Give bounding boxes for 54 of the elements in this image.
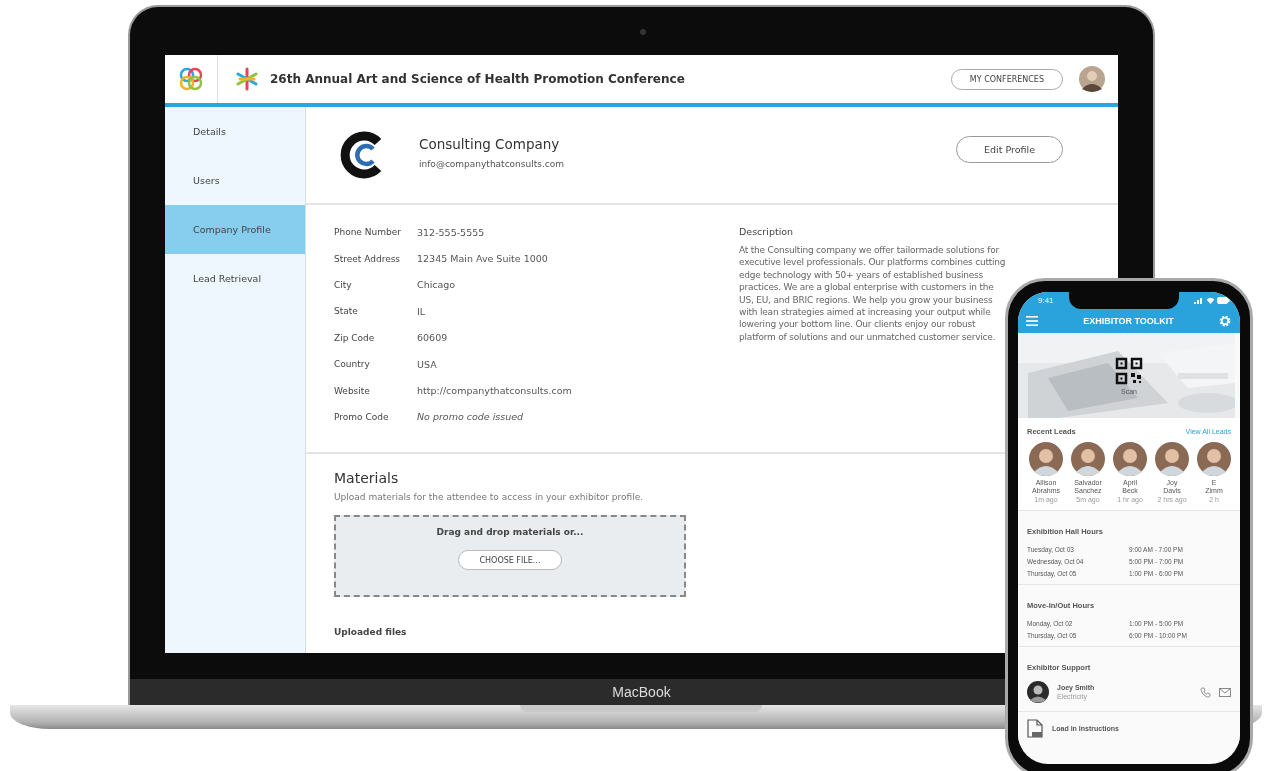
detail-label: State: [334, 306, 359, 317]
app-title: EXHIBITOR TOOLKIT: [1083, 316, 1174, 326]
lead-avatar[interactable]: [1155, 442, 1189, 476]
description-heading: Description: [739, 226, 795, 237]
edit-profile-button[interactable]: Edit Profile: [956, 135, 1063, 163]
detail-value: Chicago: [417, 279, 456, 291]
detail-label: Street Address: [334, 253, 402, 264]
uploaded-files-heading: Uploaded files: [334, 627, 407, 637]
sidebar-item[interactable]: Details: [165, 107, 305, 156]
detail-value: 12345 Main Ave Suite 1000: [417, 253, 548, 265]
phone-icon[interactable]: [1200, 686, 1211, 698]
lead-avatar[interactable]: [1071, 442, 1105, 476]
detail-label: City: [334, 279, 353, 290]
detail-value: USA: [417, 358, 437, 370]
sidebar-item[interactable]: Company Profile: [165, 205, 305, 254]
company-email: info@companythatconsults.com: [419, 158, 565, 169]
detail-value: http://companythatconsults.com: [417, 385, 572, 397]
detail-value: 312-555-5555: [417, 226, 485, 238]
detail-label: Phone Number: [334, 227, 402, 238]
mail-icon[interactable]: [1219, 687, 1231, 697]
company-name: Consulting Company: [419, 135, 561, 152]
description-text: At the Consulting company we offer tailormade solutions for executive level professionals. Our platforms combines cutting edge technology with 50+ years of established business practices. We are a global enterprise with customers in the US, EU, and BRIC regions. We help you grow your business with lean strategies aimed at increasing your output while lowering your bottom line. Our clients enjoy our robust platform of solutions and our unmatched customer service.: [739, 244, 1007, 344]
sidebar-item[interactable]: Lead Retrieval: [165, 254, 305, 303]
materials-hint: Upload materials for the attendee to access in your exhibitor profile.: [334, 492, 644, 502]
sidebar-item[interactable]: Users: [165, 156, 305, 205]
battery-icon: [1217, 297, 1230, 304]
contact-avatar: [1027, 681, 1049, 703]
user-avatar[interactable]: [1079, 66, 1105, 92]
detail-label: Country: [334, 359, 371, 370]
materials-heading: Materials: [334, 470, 399, 486]
detail-value: 60609: [417, 332, 448, 344]
settings-icon[interactable]: [1219, 315, 1231, 327]
app-logo-icon: [177, 65, 205, 93]
menu-icon[interactable]: [1026, 316, 1038, 326]
detail-value: IL: [417, 305, 426, 317]
lead-avatar[interactable]: [1029, 442, 1063, 476]
detail-label: Website: [334, 385, 371, 396]
drop-zone-text: Drag and drop materials or...: [436, 527, 584, 537]
lead-avatar[interactable]: [1197, 442, 1231, 476]
detail-label: Zip Code: [334, 332, 376, 343]
signal-icon: [1194, 297, 1204, 304]
device-label: MacBook: [612, 684, 671, 700]
detail-label: Promo Code: [334, 411, 390, 422]
status-time: 9:41: [1038, 296, 1054, 305]
choose-file-button[interactable]: CHOOSE FILE...: [458, 550, 562, 570]
wifi-icon: [1206, 297, 1215, 304]
conference-logo-icon: [234, 66, 260, 92]
drop-zone[interactable]: Drag and drop materials or... CHOOSE FILE...: [334, 515, 686, 597]
qr-code-icon[interactable]: [1115, 357, 1143, 385]
document-icon[interactable]: [1027, 719, 1043, 738]
my-conferences-button[interactable]: MY CONFERENCES: [950, 68, 1063, 90]
detail-value: No promo code issued: [417, 411, 524, 423]
lead-avatar[interactable]: [1113, 442, 1147, 476]
conference-title: 26th Annual Art and Science of Health Promotion Conference: [270, 72, 686, 86]
